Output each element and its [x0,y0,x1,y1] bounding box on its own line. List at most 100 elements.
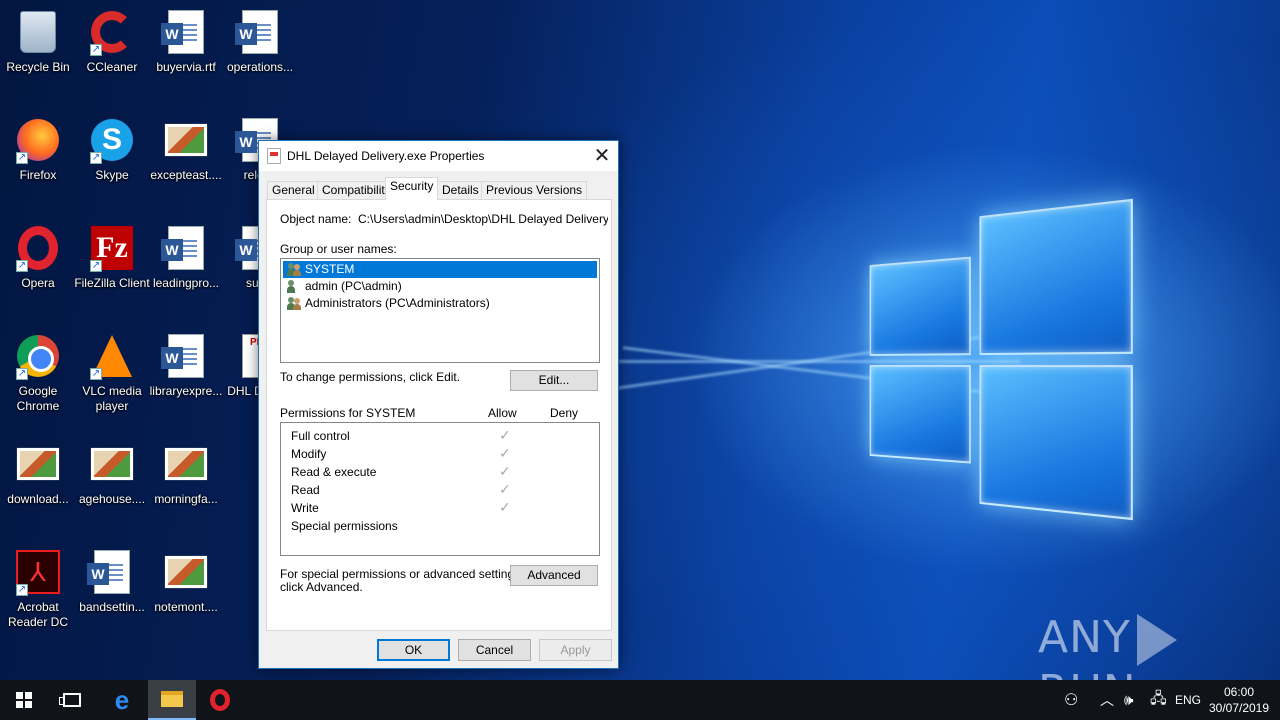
taskbar-edge[interactable]: e [98,680,146,720]
word-document-icon: W [161,334,204,378]
list-item-administrators[interactable]: Administrators (PC\Administrators) [283,295,597,312]
word-document-icon: W [161,226,204,270]
desktop-icon-libraryexpre[interactable]: W libraryexpre... [148,332,224,399]
desktop-icon-leadingpro[interactable]: W leadingpro... [148,224,224,291]
taskbar: e ⚇ ︿ 🕪 🖧 ENG 06:00 30/07/2019 [0,680,1280,720]
allow-check-icon: ✓ [499,428,511,444]
word-document-icon: W [235,10,278,54]
desktop-icon-opera[interactable]: ↗ Opera [0,224,76,291]
object-name-value: C:\Users\admin\Desktop\DHL Delayed Deliv… [358,212,608,226]
permission-row-write: Write ✓ [291,500,511,516]
properties-dialog: DHL Delayed Delivery.exe Properties ✕ Ge… [258,140,619,669]
people-button[interactable]: ⚇ [1064,680,1078,720]
allow-check-icon: ✓ [499,500,511,516]
clock[interactable]: 06:00 30/07/2019 [1204,684,1274,716]
users-group-icon [287,297,301,310]
allow-check-icon: ✓ [499,464,511,480]
apply-button[interactable]: Apply [539,639,612,661]
desktop-icon-recycle-bin[interactable]: Recycle Bin [0,8,76,75]
desktop: Recycle Bin ↗ Firefox ↗ Opera ↗ Google C… [0,0,1280,680]
edge-icon: e [114,684,130,715]
desktop-icon-bandsettin[interactable]: W bandsettin... [74,548,150,615]
dialog-title-bar[interactable]: DHL Delayed Delivery.exe Properties ✕ [259,141,618,171]
clock-date: 30/07/2019 [1208,701,1270,715]
taskbar-file-explorer[interactable] [148,680,196,720]
input-language[interactable]: ENG [1175,680,1201,720]
desktop-icon-excepteast[interactable]: excepteast.... [148,116,224,183]
list-item-admin[interactable]: admin (PC\admin) [283,278,597,295]
users-group-icon [287,263,301,276]
deny-column-header: Deny [550,406,579,420]
watermark-text-left: ANY [1038,612,1131,663]
tab-general[interactable]: General [267,181,320,199]
task-view-button[interactable] [48,680,96,720]
close-button[interactable]: ✕ [586,141,618,171]
shortcut-arrow-icon: ↗ [16,152,28,164]
shortcut-arrow-icon: ↗ [90,368,102,380]
anyrun-watermark: ANY RUN [1038,612,1280,680]
start-button[interactable] [0,680,48,720]
click-advanced-text: click Advanced. [280,580,363,594]
permission-row-special: Special permissions [291,519,398,533]
object-name-label: Object name: [280,212,352,226]
windows-start-icon [16,692,32,708]
taskbar-opera[interactable] [196,680,244,720]
desktop-icon-vlc[interactable]: ↗ VLC media player [74,332,150,414]
advanced-button[interactable]: Advanced [510,565,598,586]
desktop-icon-agehouse[interactable]: agehouse.... [74,440,150,507]
ok-button[interactable]: OK [377,639,450,661]
special-permissions-text: For special permissions or advanced sett… [280,567,524,581]
desktop-icon-google-chrome[interactable]: ↗ Google Chrome [0,332,76,414]
desktop-icon-acrobat-reader[interactable]: ⅄ ↗ Acrobat Reader DC [0,548,76,630]
image-file-icon [91,448,133,480]
edit-button[interactable]: Edit... [510,370,598,391]
list-item-system[interactable]: SYSTEM [283,261,597,278]
tab-security[interactable]: Security [385,177,439,200]
recycle-bin-icon [20,11,56,53]
shortcut-arrow-icon: ↗ [16,368,28,380]
volume-icon[interactable]: 🕪 [1124,680,1133,720]
allow-check-icon: ✓ [499,482,511,498]
dialog-title: DHL Delayed Delivery.exe Properties [287,149,485,163]
permission-row-read-execute: Read & execute ✓ [291,464,511,480]
word-document-icon: W [161,10,204,54]
file-explorer-icon [161,691,183,707]
shortcut-arrow-icon: ↗ [90,152,102,164]
play-logo-icon [1136,614,1177,666]
permission-row-full-control: Full control ✓ [291,428,511,444]
clock-time: 06:00 [1223,685,1255,699]
image-file-icon [165,556,207,588]
shortcut-arrow-icon: ↗ [90,44,102,56]
desktop-icon-operations[interactable]: W operations... [222,8,298,75]
permissions-for-label: Permissions for SYSTEM [280,406,416,420]
change-permissions-text: To change permissions, click Edit. [280,370,461,384]
desktop-icon-filezilla[interactable]: Fz ↗ FileZilla Client [74,224,150,291]
show-hidden-icons-chevron-icon[interactable]: ︿ [1100,680,1114,720]
security-tab-page: Object name: C:\Users\admin\Desktop\DHL … [266,199,612,631]
opera-icon [210,689,230,711]
cancel-button[interactable]: Cancel [458,639,531,661]
group-user-names-label: Group or user names: [280,242,397,256]
desktop-icon-notemont[interactable]: notemont.... [148,548,224,615]
permission-row-read: Read ✓ [291,482,511,498]
desktop-icon-morningfa[interactable]: morningfa... [148,440,224,507]
desktop-icon-buyervia[interactable]: W buyervia.rtf [148,8,224,75]
shortcut-arrow-icon: ↗ [90,260,102,272]
tab-previous-versions[interactable]: Previous Versions [481,181,588,199]
allow-check-icon: ✓ [499,446,511,462]
user-icon [287,280,301,293]
desktop-icon-firefox[interactable]: ↗ Firefox [0,116,76,183]
word-document-icon: W [87,550,130,594]
watermark-text-right: RUN [1038,666,1137,680]
tab-details[interactable]: Details [437,181,484,199]
network-icon[interactable]: 🖧 [1150,680,1167,720]
desktop-icon-download[interactable]: download... [0,440,76,507]
permissions-list[interactable]: Full control ✓ Modify ✓ Read & execute ✓… [280,422,600,556]
desktop-icon-skype[interactable]: S ↗ Skype [74,116,150,183]
image-file-icon [17,448,59,480]
desktop-icon-ccleaner[interactable]: ↗ CCleaner [74,8,150,75]
windows-logo-wallpaper [869,198,1138,532]
shortcut-arrow-icon: ↗ [16,260,28,272]
user-list[interactable]: SYSTEM admin (PC\admin) Administrators (… [280,258,600,363]
tab-compatibility[interactable]: Compatibility [317,181,396,199]
